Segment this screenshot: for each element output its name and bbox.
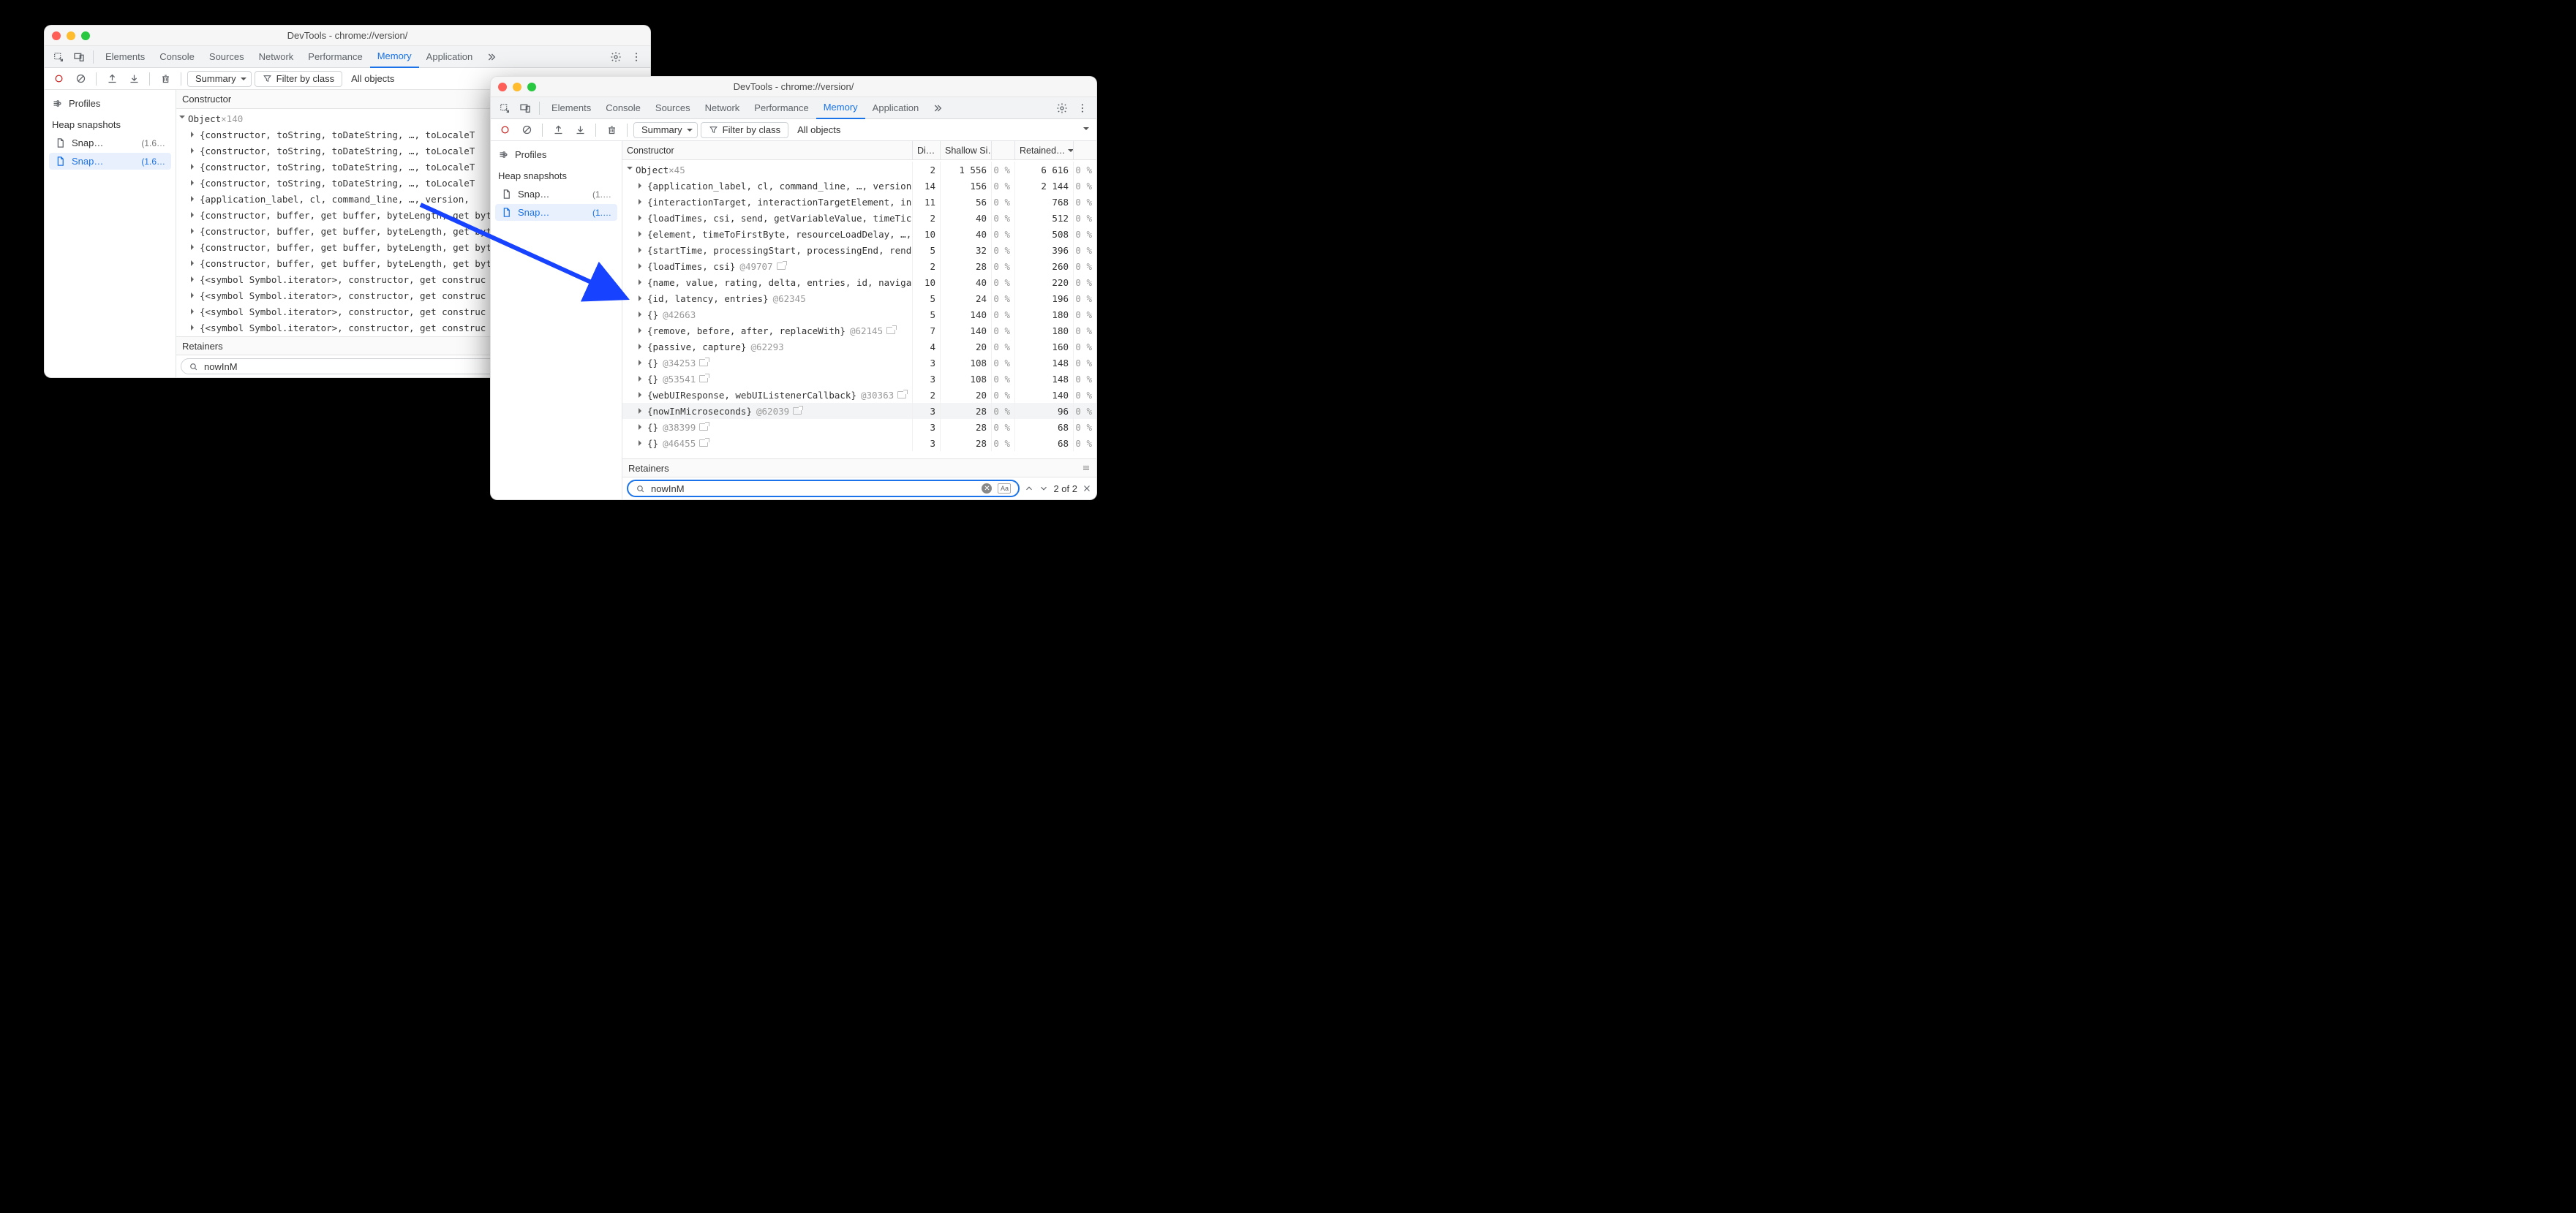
retained-column-header[interactable]: Retained…	[1014, 141, 1073, 159]
upload-icon[interactable]	[102, 71, 121, 87]
tab-network[interactable]: Network	[698, 97, 747, 119]
tab-application[interactable]: Application	[865, 97, 927, 119]
tab-elements[interactable]: Elements	[98, 46, 152, 68]
clear-icon[interactable]	[517, 122, 536, 138]
profiles-header[interactable]: Profiles	[491, 144, 622, 165]
constructor-column-header[interactable]: Constructor	[622, 141, 912, 159]
heap-object-row[interactable]: {}@5354131080 %1480 %	[622, 371, 1096, 387]
all-objects-label[interactable]: All objects	[791, 124, 846, 135]
next-match-icon[interactable]	[1039, 483, 1049, 494]
profiles-header[interactable]: Profiles	[45, 93, 176, 113]
perspective-select[interactable]: Summary	[633, 122, 698, 138]
snapshot-item[interactable]: Snap…(1.…	[495, 186, 617, 203]
tab-sources[interactable]: Sources	[202, 46, 252, 68]
retainers-header: Retainers	[622, 458, 1096, 477]
upload-icon[interactable]	[549, 122, 568, 138]
heap-object-row[interactable]: {}@3425331080 %1480 %	[622, 355, 1096, 371]
heap-object-row[interactable]: {loadTimes, csi}@497072280 %2600 %	[622, 258, 1096, 274]
heap-object-row[interactable]: {passive, capture}@622934200 %1600 %	[622, 339, 1096, 355]
menu-icon[interactable]	[1082, 464, 1091, 472]
heap-object-row[interactable]: {}@4266351400 %1800 %	[622, 306, 1096, 322]
filter-input[interactable]: Filter by class	[701, 122, 788, 138]
tab-performance[interactable]: Performance	[301, 46, 369, 68]
tab-memory[interactable]: Memory	[370, 46, 419, 68]
heap-object-row[interactable]: {name, value, rating, delta, entries, id…	[622, 274, 1096, 290]
clear-icon[interactable]	[71, 71, 90, 87]
tab-sources[interactable]: Sources	[648, 97, 698, 119]
minimize-icon[interactable]	[67, 31, 75, 40]
heap-object-row[interactable]: {interactionTarget, interactionTargetEle…	[622, 194, 1096, 210]
device-icon[interactable]	[69, 49, 88, 65]
snapshot-item[interactable]: Snap…(1.…	[495, 204, 617, 221]
all-objects-label[interactable]: All objects	[345, 73, 400, 84]
tab-console[interactable]: Console	[598, 97, 648, 119]
divider	[539, 102, 540, 115]
filter-input[interactable]: Filter by class	[255, 71, 342, 87]
divider	[96, 72, 97, 86]
close-icon[interactable]	[498, 83, 507, 91]
zoom-icon[interactable]	[81, 31, 90, 40]
device-icon[interactable]	[516, 100, 535, 116]
heap-object-row[interactable]: {}@383993280 %680 %	[622, 419, 1096, 435]
titlebar: DevTools - chrome://version/	[45, 26, 650, 46]
gc-icon[interactable]	[156, 71, 175, 87]
download-icon[interactable]	[570, 122, 590, 138]
inspect-icon[interactable]	[495, 100, 514, 116]
gc-icon[interactable]	[602, 122, 621, 138]
heap-object-row[interactable]: {nowInMicroseconds}@620393280 %960 %	[622, 403, 1096, 419]
snapshot-item[interactable]: Snap…(1.6…	[49, 153, 171, 170]
titlebar: DevTools - chrome://version/	[491, 77, 1096, 97]
tab-memory[interactable]: Memory	[816, 97, 865, 119]
heap-snapshots-header: Heap snapshots	[45, 113, 176, 133]
divider	[595, 124, 596, 137]
shallow-pct-header[interactable]	[991, 141, 1014, 159]
settings-icon[interactable]	[606, 49, 625, 65]
kebab-icon[interactable]	[627, 49, 646, 65]
tab-performance[interactable]: Performance	[747, 97, 816, 119]
heap-snapshots-header: Heap snapshots	[491, 165, 622, 184]
divider	[627, 124, 628, 137]
record-icon[interactable]	[49, 71, 68, 87]
tab-console[interactable]: Console	[152, 46, 202, 68]
dropdown-icon[interactable]	[1083, 127, 1089, 133]
heap-object-row[interactable]: {webUIResponse, webUIListenerCallback}@3…	[622, 387, 1096, 403]
prev-match-icon[interactable]	[1024, 483, 1034, 494]
minimize-icon[interactable]	[513, 83, 521, 91]
tab-elements[interactable]: Elements	[544, 97, 598, 119]
match-count: 2 of 2	[1053, 483, 1077, 494]
perspective-select[interactable]: Summary	[187, 71, 252, 87]
close-icon[interactable]	[52, 31, 61, 40]
tab-network[interactable]: Network	[252, 46, 301, 68]
snapshot-item[interactable]: Snap…(1.6…	[49, 135, 171, 151]
window-title: DevTools - chrome://version/	[734, 81, 854, 92]
tab-application[interactable]: Application	[419, 46, 481, 68]
zoom-icon[interactable]	[527, 83, 536, 91]
heap-object-row[interactable]: {element, timeToFirstByte, resourceLoadD…	[622, 226, 1096, 242]
download-icon[interactable]	[124, 71, 143, 87]
heap-object-row[interactable]: {id, latency, entries}@623455240 %1960 %	[622, 290, 1096, 306]
close-search-icon[interactable]	[1082, 483, 1092, 494]
match-case-icon[interactable]: Aa	[998, 483, 1011, 494]
kebab-icon[interactable]	[1073, 100, 1092, 116]
divider	[542, 124, 543, 137]
window-title: DevTools - chrome://version/	[287, 30, 408, 41]
shallow-column-header[interactable]: Shallow Si…	[940, 141, 991, 159]
divider	[93, 50, 94, 64]
heap-object-row[interactable]: {loadTimes, csi, send, getVariableValue,…	[622, 210, 1096, 226]
heap-object-row[interactable]: {remove, before, after, replaceWith}@621…	[622, 322, 1096, 339]
heap-object-row[interactable]: {startTime, processingStart, processingE…	[622, 242, 1096, 258]
settings-icon[interactable]	[1052, 100, 1072, 116]
heap-object-row[interactable]: {application_label, cl, command_line, …,…	[622, 178, 1096, 194]
record-icon[interactable]	[495, 122, 514, 138]
clear-search-icon[interactable]: ✕	[982, 483, 992, 494]
more-tabs-icon[interactable]	[481, 49, 500, 65]
distance-column-header[interactable]: Di…	[912, 141, 940, 159]
heap-object-row[interactable]: {}@464553280 %680 %	[622, 435, 1096, 451]
object-group-row[interactable]: Object ×4521 5560 %6 6160 %	[622, 162, 1096, 178]
divider	[149, 72, 150, 86]
inspect-icon[interactable]	[49, 49, 68, 65]
retained-pct-header[interactable]	[1073, 141, 1096, 159]
search-input[interactable]: nowInM ✕ Aa	[627, 480, 1020, 497]
more-tabs-icon[interactable]	[927, 100, 946, 116]
